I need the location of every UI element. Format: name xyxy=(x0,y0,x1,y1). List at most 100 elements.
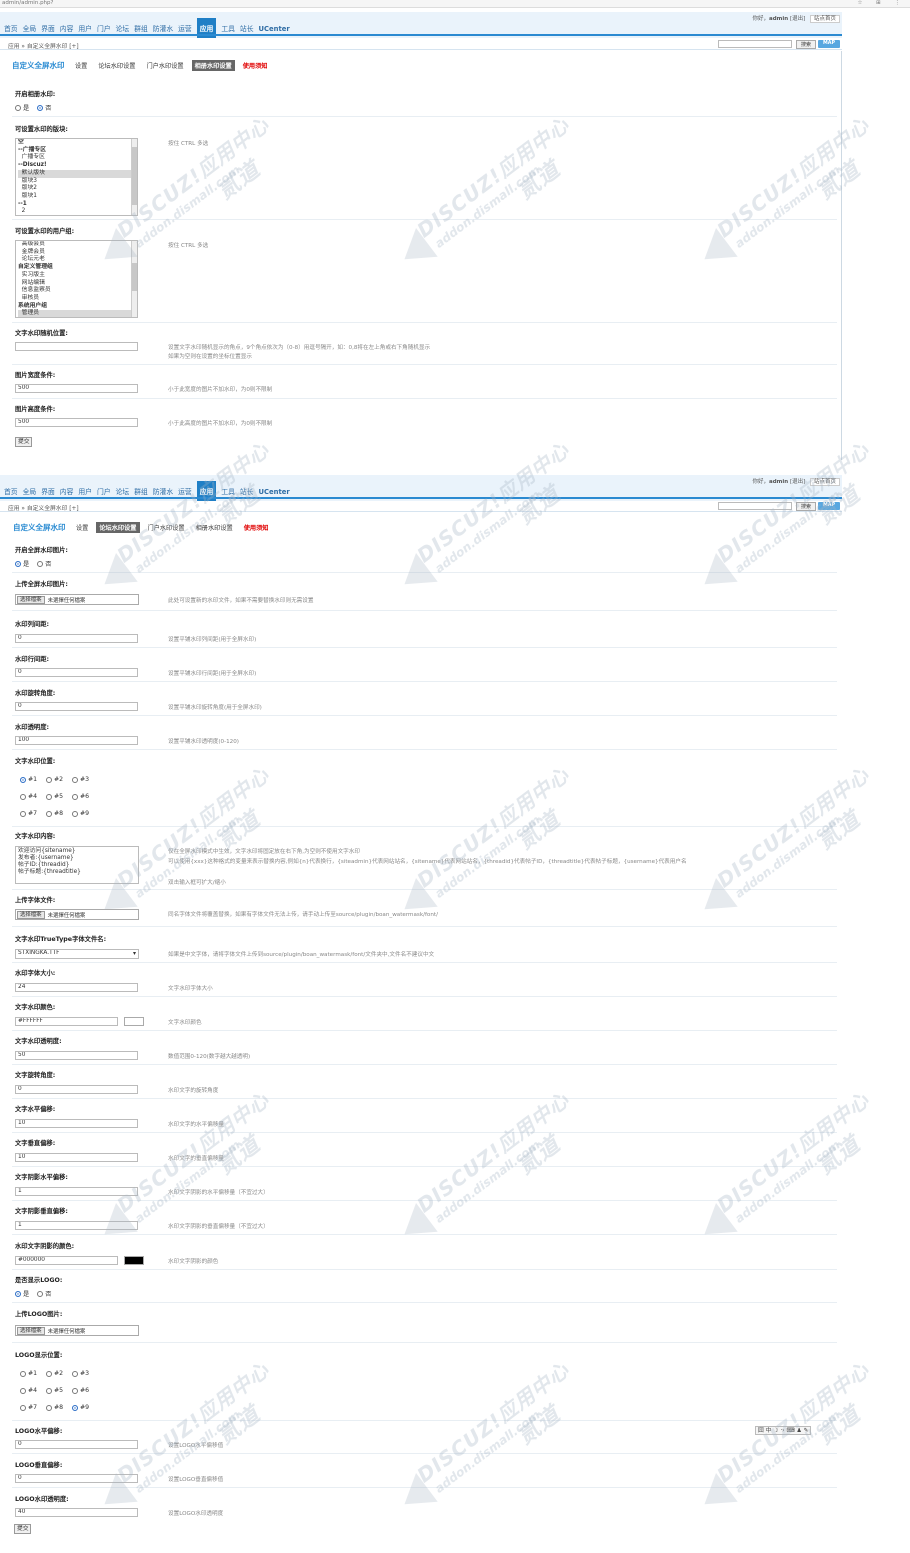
text-color-input[interactable]: #FFFFFF xyxy=(15,1017,118,1026)
pos-option[interactable]: #2 xyxy=(46,1370,63,1377)
pos-option[interactable]: #8 xyxy=(46,1404,63,1411)
choose-file-button[interactable]: 选择檔案 xyxy=(17,910,45,919)
font-upload-file[interactable]: 选择檔案 未選擇任何檔案 xyxy=(15,909,139,920)
logo-alpha-input[interactable]: 40 xyxy=(15,1508,138,1517)
option-item[interactable]: 广播专区 xyxy=(18,154,137,162)
logo-upload-file[interactable]: 选择檔案 未選擇任何檔案 xyxy=(15,1325,139,1336)
scroll-thumb[interactable] xyxy=(131,147,137,205)
option-item[interactable]: 审核员 xyxy=(18,295,137,303)
groups-scrollbar[interactable] xyxy=(131,241,137,317)
col-gap-input[interactable]: 0 xyxy=(15,634,138,643)
browser-url-bar[interactable]: admin/admin.php? ☆ ⊞ ⋮ xyxy=(0,0,910,8)
tab-portal-watermark[interactable]: 门户水印设置 xyxy=(144,60,187,71)
rotation-input[interactable]: 0 xyxy=(15,702,138,711)
choose-file-button[interactable]: 选择檔案 xyxy=(17,1326,45,1335)
search-input[interactable] xyxy=(718,40,792,48)
pos-option[interactable]: #2 xyxy=(46,776,63,783)
option-item[interactable]: --1 xyxy=(18,201,137,209)
option-item[interactable]: 版块1 xyxy=(18,193,137,201)
pos-option[interactable]: #1 xyxy=(20,1370,37,1377)
height-input[interactable]: 500 xyxy=(15,418,138,427)
option-item[interactable]: 版块2 xyxy=(18,185,137,193)
logo-show-no[interactable]: 否 xyxy=(37,1289,51,1298)
album-enable-yes[interactable]: 是 xyxy=(15,103,29,112)
forums-scrollbar[interactable] xyxy=(131,139,137,215)
option-item[interactable]: 空 xyxy=(18,139,137,147)
pos-option[interactable]: #9 xyxy=(72,810,89,817)
option-item[interactable]: 2 xyxy=(18,208,137,215)
pos-option[interactable]: #6 xyxy=(72,793,89,800)
album-enable-no[interactable]: 否 xyxy=(37,103,51,112)
search-button[interactable]: 搜索 xyxy=(796,39,816,49)
tab-settings[interactable]: 设置 xyxy=(73,522,91,533)
row-gap-input[interactable]: 0 xyxy=(15,668,138,677)
scroll-thumb[interactable] xyxy=(131,263,137,291)
map-button[interactable]: MAP xyxy=(818,40,840,48)
font-size-input[interactable]: 24 xyxy=(15,983,138,992)
groups-select[interactable]: 高级会员 金牌会员 论坛元老 自定义管理组 实习版主 网站编辑 信息监察员 审核员… xyxy=(15,240,138,318)
shadow-v-input[interactable]: 1 xyxy=(15,1221,138,1230)
site-home-link[interactable]: 站点首页 xyxy=(809,478,840,486)
logo-v-input[interactable]: 0 xyxy=(15,1474,138,1483)
text-color-swatch[interactable] xyxy=(124,1017,144,1026)
option-item[interactable]: 自定义管理组 xyxy=(18,264,137,272)
breadcrumb[interactable]: 应用 » 自定义全屏水印 [+] xyxy=(8,503,79,512)
tab-forum-watermark[interactable]: 论坛水印设置 xyxy=(95,60,138,71)
map-button[interactable]: MAP xyxy=(818,502,840,510)
tab-portal-watermark[interactable]: 门户水印设置 xyxy=(145,522,188,533)
option-item[interactable]: 默认版块 xyxy=(18,169,137,178)
fullscreen-enable-no[interactable]: 否 xyxy=(37,559,51,568)
pos-option[interactable]: #3 xyxy=(72,776,89,783)
option-item[interactable]: 管理员 xyxy=(18,310,137,317)
search-button[interactable]: 搜索 xyxy=(796,501,816,511)
tab-album-watermark[interactable]: 相册水印设置 xyxy=(191,60,235,71)
h-offset-input[interactable]: 10 xyxy=(15,1119,138,1128)
logout-link[interactable]: [退出] xyxy=(790,479,805,485)
submit-button[interactable]: 提交 xyxy=(15,437,32,447)
pos-option[interactable]: #1 xyxy=(20,776,37,783)
option-item[interactable]: 信息监察员 xyxy=(18,287,137,295)
alpha-input[interactable]: 100 xyxy=(15,736,138,745)
pos-option[interactable]: #3 xyxy=(72,1370,89,1377)
shadow-color-swatch[interactable] xyxy=(124,1256,144,1265)
nav-item[interactable]: UCenter xyxy=(259,25,290,38)
pos-option[interactable]: #7 xyxy=(20,1404,37,1411)
text-rotation-input[interactable]: 0 xyxy=(15,1085,138,1094)
pos-option[interactable]: #8 xyxy=(46,810,63,817)
pos-option[interactable]: #5 xyxy=(46,1387,63,1394)
pos-option[interactable]: #7 xyxy=(20,810,37,817)
site-home-link[interactable]: 站点首页 xyxy=(809,15,840,23)
pos-option[interactable]: #4 xyxy=(20,793,37,800)
tab-settings[interactable]: 设置 xyxy=(72,60,90,71)
tab-usage-notes[interactable]: 使用须知 xyxy=(240,60,271,71)
breadcrumb[interactable]: 应用 » 自定义全屏水印 [+] xyxy=(8,41,79,50)
logo-show-yes[interactable]: 是 xyxy=(15,1289,29,1298)
choose-file-button[interactable]: 选择檔案 xyxy=(17,595,45,604)
browser-icons[interactable]: ☆ ⊞ ⋮ xyxy=(857,0,906,6)
text-alpha-input[interactable]: 50 xyxy=(15,1051,138,1060)
pos-option[interactable]: #5 xyxy=(46,793,63,800)
shadow-color-input[interactable]: #000000 xyxy=(15,1256,118,1265)
fullscreen-enable-yes[interactable]: 是 xyxy=(15,559,29,568)
option-item[interactable]: 论坛元老 xyxy=(18,256,137,264)
tab-album-watermark[interactable]: 相册水印设置 xyxy=(193,522,236,533)
random-pos-input[interactable] xyxy=(15,342,138,351)
logo-h-input[interactable]: 0 xyxy=(15,1440,138,1449)
logout-link[interactable]: [退出] xyxy=(790,16,805,22)
v-offset-input[interactable]: 10 xyxy=(15,1153,138,1162)
option-item[interactable]: 实习版主 xyxy=(18,272,137,280)
upload-fullscreen-file[interactable]: 选择檔案 未選擇任何檔案 xyxy=(15,594,139,605)
font-name-select[interactable]: STXINGKA.TTF ▾ xyxy=(15,949,139,959)
forums-select[interactable]: 空 --广播专区 广播专区 --Discuz! 默认版块 版块3 版块2 版块1 --… xyxy=(15,138,138,216)
ime-toolbar[interactable]: 囧 中 ☽ ·› ⌨ ♟ ✎ xyxy=(755,1426,812,1435)
width-input[interactable]: 500 xyxy=(15,384,138,393)
search-input[interactable] xyxy=(718,502,792,510)
text-content-textarea[interactable]: 欢迎访问{sitename} 发布者:{username} 帖子ID:{thread… xyxy=(15,846,139,884)
tab-forum-watermark[interactable]: 论坛水印设置 xyxy=(96,522,140,533)
submit-button[interactable]: 提交 xyxy=(14,1524,31,1534)
shadow-h-input[interactable]: 1 xyxy=(15,1187,138,1196)
pos-option[interactable]: #4 xyxy=(20,1387,37,1394)
option-item[interactable]: 高级会员 xyxy=(18,241,137,249)
tab-usage-notes[interactable]: 使用须知 xyxy=(241,522,272,533)
pos-option[interactable]: #9 xyxy=(72,1404,89,1411)
